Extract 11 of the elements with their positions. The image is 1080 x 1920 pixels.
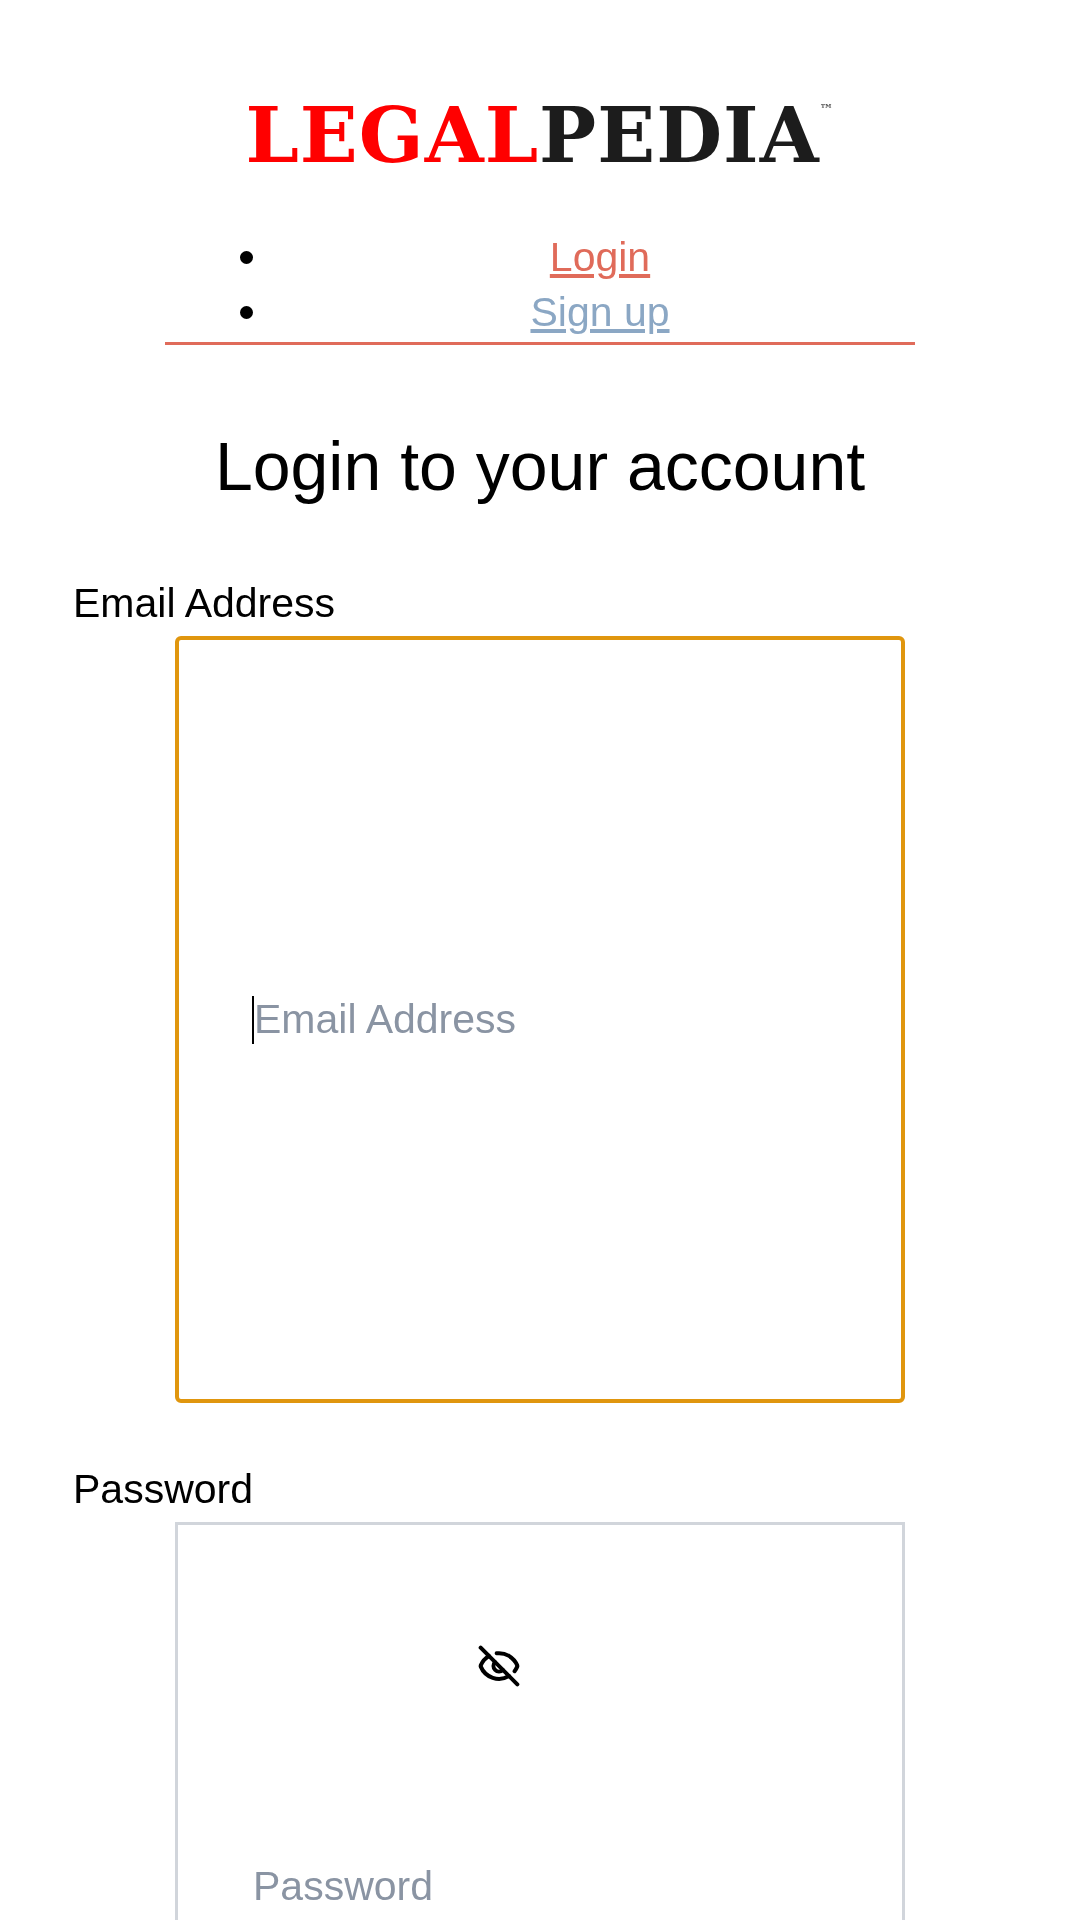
field-label: Password xyxy=(73,1469,254,1510)
eye-off-icon[interactable] xyxy=(477,1644,521,1688)
bullet-icon xyxy=(240,306,253,319)
bullet-icon xyxy=(240,251,253,264)
password-field[interactable]: Password xyxy=(253,1856,813,1918)
nav-link[interactable]: Login xyxy=(517,237,651,278)
nav-link[interactable]: Sign up xyxy=(498,292,670,333)
email-field[interactable]: Email Address xyxy=(254,988,814,1051)
logo: LEGALPEDIA™ xyxy=(245,98,835,174)
text-caret xyxy=(252,995,254,1044)
field-label: Email Address xyxy=(73,583,337,624)
